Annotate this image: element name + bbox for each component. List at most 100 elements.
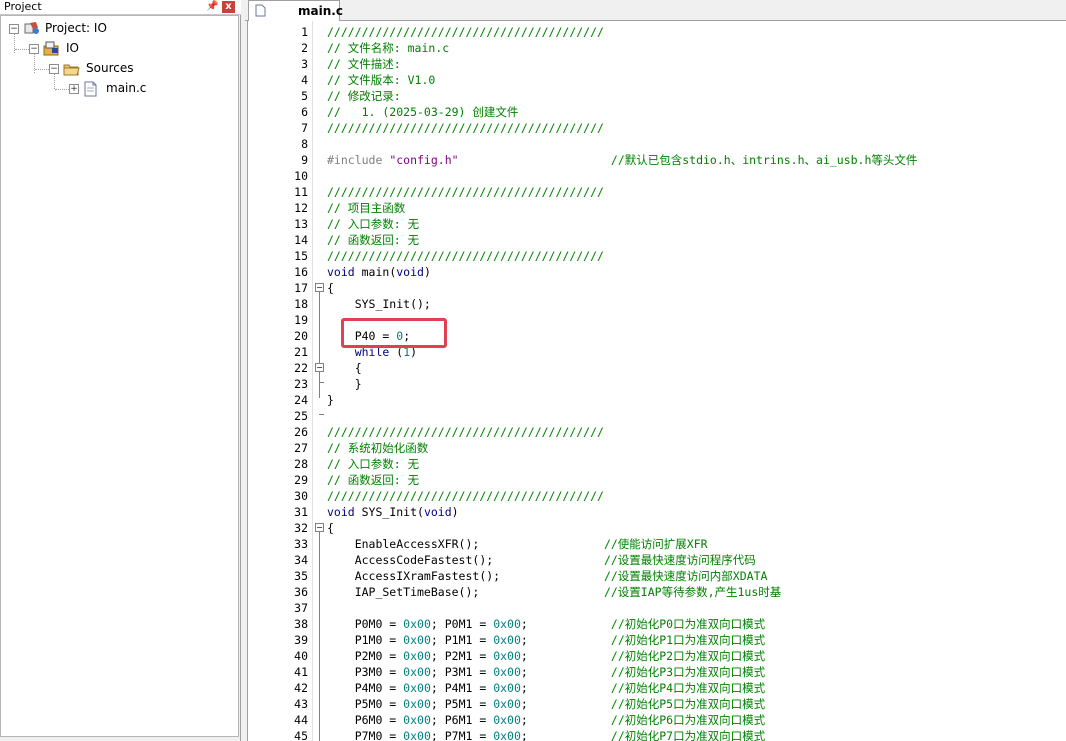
code-line[interactable]: 27 // 系统初始化函数: [248, 440, 1066, 456]
code-line[interactable]: 10: [248, 168, 1066, 184]
code-text: AccessIXramFastest(); //设置最快速度访问内部XDATA: [327, 568, 768, 584]
editor-tab-bar: main.c: [245, 0, 1066, 21]
tree-item-file-main-c[interactable]: main.c: [106, 79, 146, 97]
token-plain: {: [327, 281, 334, 295]
code-text: AccessCodeFastest(); //设置最快速度访问程序代码: [327, 552, 756, 568]
token-plain: ;: [520, 665, 611, 679]
code-text: // 文件名称: main.c: [327, 40, 449, 56]
code-line[interactable]: 44 P6M0 = 0x00; P6M1 = 0x00; //初始化P6口为准双…: [248, 712, 1066, 728]
code-editor[interactable]: 1 ///////////////////////////////////////…: [247, 21, 1066, 741]
token-plain: ; P4M1 =: [430, 681, 494, 695]
token-plain: ): [451, 505, 459, 519]
code-text: P4M0 = 0x00; P4M1 = 0x00; //初始化P4口为准双向口模…: [327, 680, 765, 696]
code-line[interactable]: 8: [248, 136, 1066, 152]
code-line[interactable]: 7 ///////////////////////////////////////…: [248, 120, 1066, 136]
token-plain: ; P2M1 =: [430, 649, 494, 663]
line-number: 4: [301, 73, 308, 87]
code-text: P1M0 = 0x00; P1M1 = 0x00; //初始化P1口为准双向口模…: [327, 632, 765, 648]
code-text: ////////////////////////////////////////: [327, 248, 604, 264]
tree-item-target[interactable]: IO: [66, 39, 79, 57]
line-number: 21: [294, 345, 308, 359]
code-line[interactable]: 29 // 函数返回: 无: [248, 472, 1066, 488]
code-text: // 修改记录:: [327, 88, 401, 104]
tree-item-project[interactable]: Project: IO: [45, 19, 107, 37]
close-icon[interactable]: x: [222, 1, 235, 13]
code-line[interactable]: 25: [248, 408, 1066, 424]
code-line[interactable]: 42 P4M0 = 0x00; P4M1 = 0x00; //初始化P4口为准双…: [248, 680, 1066, 696]
fold-end-marker: [319, 414, 324, 415]
code-line[interactable]: 2 // 文件名称: main.c: [248, 40, 1066, 56]
collapse-target-icon[interactable]: −: [29, 44, 39, 54]
code-line[interactable]: 4 // 文件版本: V1.0: [248, 72, 1066, 88]
collapse-group-icon[interactable]: −: [49, 64, 59, 74]
expand-file-icon[interactable]: +: [69, 84, 79, 94]
code-line[interactable]: 37: [248, 600, 1066, 616]
code-line[interactable]: 14 // 函数返回: 无: [248, 232, 1066, 248]
code-line[interactable]: 9 #include "config.h" //默认已包含stdio.h、intr…: [248, 152, 1066, 168]
code-text: // 文件描述:: [327, 56, 401, 72]
token-num: 0x00: [493, 665, 521, 679]
code-line[interactable]: 34 AccessCodeFastest(); //设置最快速度访问程序代码: [248, 552, 1066, 568]
token-plain: EnableAccessXFR();: [327, 537, 604, 551]
code-line[interactable]: 32 {: [248, 520, 1066, 536]
line-number: 40: [294, 649, 308, 663]
fold-main-icon[interactable]: −: [315, 283, 324, 292]
code-line[interactable]: 22 {: [248, 360, 1066, 376]
token-num: 0x00: [403, 665, 431, 679]
code-text: {: [327, 360, 362, 376]
line-number: 14: [294, 233, 308, 247]
code-line[interactable]: 24}: [248, 392, 1066, 408]
token-plain: P0M0 =: [327, 617, 404, 631]
fold-sysinit-icon[interactable]: −: [315, 523, 324, 532]
code-line[interactable]: 16 void main(void): [248, 264, 1066, 280]
code-line[interactable]: 15 //////////////////////////////////////…: [248, 248, 1066, 264]
code-line[interactable]: 41 P3M0 = 0x00; P3M1 = 0x00; //初始化P3口为准双…: [248, 664, 1066, 680]
code-line[interactable]: 33 EnableAccessXFR(); //使能访问扩展XFR: [248, 536, 1066, 552]
code-line[interactable]: 35 AccessIXramFastest(); //设置最快速度访问内部XDA…: [248, 568, 1066, 584]
token-plain: {: [327, 361, 362, 375]
token-num: 0x00: [493, 633, 521, 647]
code-line[interactable]: 13 // 入口参数: 无: [248, 216, 1066, 232]
token-num: 0x00: [403, 729, 431, 741]
token-num: 0x00: [403, 633, 431, 647]
code-line[interactable]: 30 //////////////////////////////////////…: [248, 488, 1066, 504]
code-text: P5M0 = 0x00; P5M1 = 0x00; //初始化P5口为准双向口模…: [327, 696, 765, 712]
code-line[interactable]: 1 ///////////////////////////////////////…: [248, 24, 1066, 40]
code-line[interactable]: 43 P5M0 = 0x00; P5M1 = 0x00; //初始化P5口为准双…: [248, 696, 1066, 712]
tree-item-group-sources[interactable]: Sources: [86, 59, 133, 77]
code-line[interactable]: 23 }: [248, 376, 1066, 392]
code-text: // 入口参数: 无: [327, 456, 419, 472]
collapse-root-icon[interactable]: −: [9, 24, 19, 34]
token-kw: void: [396, 265, 424, 279]
code-line[interactable]: 17 {: [248, 280, 1066, 296]
token-comment: //设置最快速度访问程序代码: [603, 553, 756, 567]
token-comment: //初始化P2口为准双向口模式: [610, 649, 766, 663]
code-line[interactable]: 6 // 1. (2025-03-29) 创建文件: [248, 104, 1066, 120]
project-tree[interactable]: − Project: IO − IO − Sources + main.c: [0, 15, 239, 737]
code-line[interactable]: 40 P2M0 = 0x00; P2M1 = 0x00; //初始化P2口为准双…: [248, 648, 1066, 664]
code-line[interactable]: 3 // 文件描述:: [248, 56, 1066, 72]
code-line[interactable]: 11 //////////////////////////////////////…: [248, 184, 1066, 200]
code-line[interactable]: 45 P7M0 = 0x00; P7M1 = 0x00; //初始化P7口为准双…: [248, 728, 1066, 741]
token-num: 0x00: [493, 729, 521, 741]
code-line[interactable]: 18 SYS_Init();: [248, 296, 1066, 312]
token-comment: // 文件版本: V1.0: [327, 73, 436, 87]
code-line[interactable]: 39 P1M0 = 0x00; P1M1 = 0x00; //初始化P1口为准双…: [248, 632, 1066, 648]
code-text: {: [327, 520, 334, 536]
code-line[interactable]: 28 // 入口参数: 无: [248, 456, 1066, 472]
code-line[interactable]: 31 void SYS_Init(void): [248, 504, 1066, 520]
token-plain: P3M0 =: [327, 665, 404, 679]
code-line[interactable]: 5 // 修改记录:: [248, 88, 1066, 104]
token-comment: //设置最快速度访问内部XDATA: [603, 569, 768, 583]
code-line[interactable]: 26 //////////////////////////////////////…: [248, 424, 1066, 440]
project-icon: [24, 22, 39, 34]
tab-main-c[interactable]: main.c: [248, 0, 343, 21]
folder-icon: [63, 64, 80, 76]
code-line[interactable]: 38 P0M0 = 0x00; P0M1 = 0x00; //初始化P0口为准双…: [248, 616, 1066, 632]
code-line[interactable]: 12 // 项目主函数: [248, 200, 1066, 216]
fold-guide: [319, 532, 320, 741]
line-number: 31: [294, 505, 308, 519]
pin-icon[interactable]: 📌: [206, 0, 218, 14]
fold-while-icon[interactable]: −: [315, 363, 324, 372]
code-line[interactable]: 36 IAP_SetTimeBase(); //设置IAP等待参数,产生1us时…: [248, 584, 1066, 600]
